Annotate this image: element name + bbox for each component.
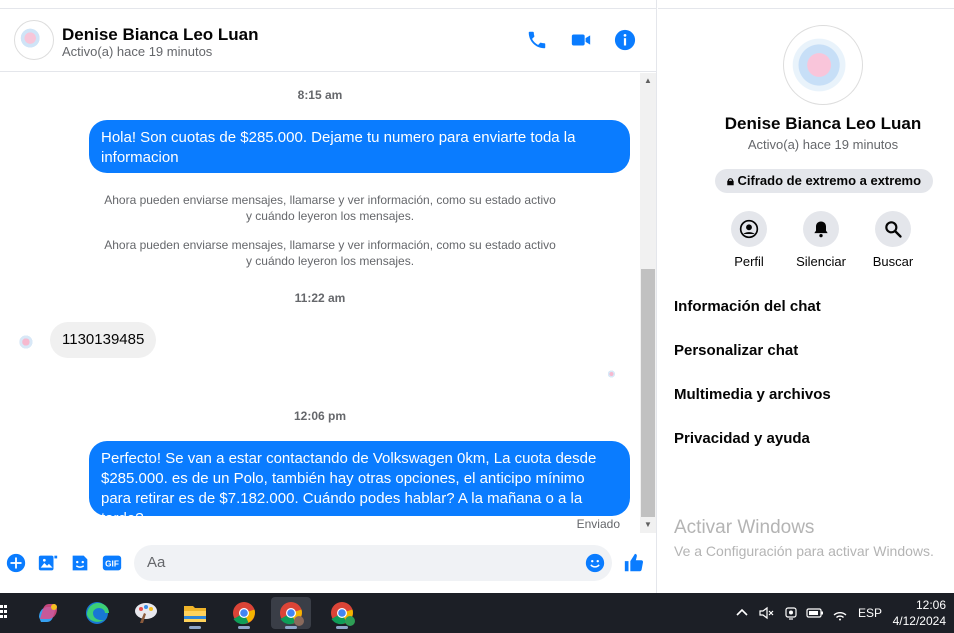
- bell-icon: [814, 221, 828, 238]
- chrome-taskbar-icon[interactable]: [224, 597, 264, 629]
- like-icon[interactable]: [623, 552, 645, 574]
- message-outgoing[interactable]: Perfecto! Se van a estar contactando de …: [89, 441, 630, 527]
- encryption-label: Cifrado de extremo a extremo: [737, 173, 922, 188]
- plus-icon[interactable]: [5, 552, 27, 574]
- contact-avatar-large[interactable]: [783, 25, 863, 105]
- message-input[interactable]: Aa: [134, 545, 612, 581]
- taskbar: ESP 12:06 4/12/2024: [0, 593, 954, 633]
- system-clock[interactable]: 12:06 4/12/2024: [893, 597, 946, 629]
- profile-action[interactable]: Perfil: [714, 211, 784, 269]
- mute-action[interactable]: Silenciar: [786, 211, 856, 269]
- menu-chat-info[interactable]: Información del chat: [674, 298, 821, 315]
- chat-header: Denise Bianca Leo Luan Activo(a) hace 19…: [0, 8, 657, 72]
- chrome-profile-taskbar-icon[interactable]: [271, 597, 311, 629]
- search-icon: [885, 221, 902, 238]
- gif-icon[interactable]: GIF: [101, 552, 123, 574]
- profile-label: Perfil: [734, 254, 764, 269]
- widgets-icon[interactable]: [0, 605, 8, 621]
- contact-avatar[interactable]: [14, 20, 54, 60]
- scrollbar[interactable]: ▲ ▼: [640, 73, 656, 533]
- profile-icon: [739, 219, 759, 239]
- encryption-badge[interactable]: 🔒︎ Cifrado de extremo a extremo: [715, 169, 934, 193]
- video-call-icon[interactable]: [570, 29, 592, 51]
- timestamp: 11:22 am: [294, 291, 346, 305]
- mute-label: Silenciar: [796, 254, 846, 269]
- lock-icon: 🔒︎: [727, 173, 734, 188]
- contact-name[interactable]: Denise Bianca Leo Luan: [62, 25, 259, 45]
- language-indicator[interactable]: ESP: [858, 606, 882, 620]
- menu-privacy-help[interactable]: Privacidad y ayuda: [674, 430, 810, 447]
- system-notice: Ahora pueden enviarse mensajes, llamarse…: [104, 238, 556, 268]
- message-outgoing[interactable]: Hola! Son cuotas de $285.000. Dejame tu …: [89, 120, 630, 173]
- menu-customize-chat[interactable]: Personalizar chat: [674, 342, 798, 359]
- seen-avatar: [606, 368, 618, 380]
- info-icon[interactable]: [614, 29, 636, 51]
- conversation-info-pane: Denise Bianca Leo Luan Activo(a) hace 19…: [658, 8, 954, 601]
- sticker-icon[interactable]: [69, 552, 91, 574]
- paint-taskbar-icon[interactable]: [126, 597, 166, 629]
- message-list[interactable]: 8:15 am Hola! Son cuotas de $285.000. De…: [0, 73, 640, 536]
- chat-pane: Denise Bianca Leo Luan Activo(a) hace 19…: [0, 0, 657, 593]
- activation-watermark-subtitle: Ve a Configuración para activar Windows.: [674, 543, 934, 559]
- chevron-up-icon[interactable]: [736, 607, 748, 617]
- delivery-status: Enviado: [576, 517, 620, 531]
- volume-muted-icon[interactable]: [758, 605, 774, 621]
- scroll-up-arrow[interactable]: ▲: [640, 73, 656, 89]
- file-explorer-taskbar-icon[interactable]: [175, 597, 215, 629]
- message-input-placeholder: Aa: [147, 554, 166, 571]
- gallery-icon[interactable]: [37, 552, 59, 574]
- menu-media-files[interactable]: Multimedia y archivos: [674, 386, 831, 403]
- timestamp: 8:15 am: [297, 88, 343, 102]
- system-notice: Ahora pueden enviarse mensajes, llamarse…: [104, 193, 556, 223]
- chrome-profile-t-taskbar-icon[interactable]: [322, 597, 362, 629]
- sender-avatar: [16, 331, 38, 353]
- wifi-icon[interactable]: [832, 605, 848, 621]
- message-incoming[interactable]: 1130139485: [50, 322, 157, 358]
- contact-status: Activo(a) hace 19 minutos: [62, 44, 213, 59]
- copilot-taskbar-icon[interactable]: [28, 597, 68, 629]
- emoji-icon[interactable]: [584, 552, 606, 574]
- search-action[interactable]: Buscar: [858, 211, 928, 269]
- composer: GIF Aa: [0, 540, 657, 588]
- svg-text:GIF: GIF: [105, 560, 119, 569]
- info-contact-name: Denise Bianca Leo Luan: [724, 114, 922, 133]
- clock-date: 4/12/2024: [892, 614, 946, 628]
- scroll-thumb[interactable]: [641, 269, 655, 517]
- phone-icon[interactable]: [526, 29, 548, 51]
- info-contact-status: Activo(a) hace 19 minutos: [747, 137, 899, 152]
- scroll-down-arrow[interactable]: ▼: [640, 517, 656, 533]
- activation-watermark-title: Activar Windows: [674, 517, 815, 538]
- clock-time: 12:06: [915, 598, 946, 612]
- camera-privacy-icon[interactable]: [784, 605, 798, 621]
- battery-icon[interactable]: [806, 606, 824, 620]
- search-label: Buscar: [872, 254, 914, 269]
- edge-taskbar-icon[interactable]: [77, 597, 117, 629]
- timestamp: 12:06 pm: [293, 409, 347, 423]
